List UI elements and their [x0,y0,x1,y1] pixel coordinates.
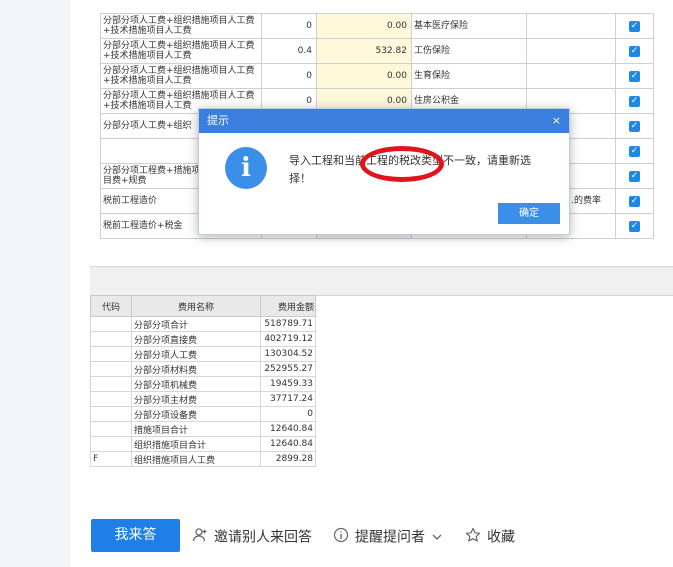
summary-cell-code[interactable] [90,391,132,407]
invite-button[interactable]: 邀请别人来回答 [192,527,312,548]
summary-cell-name[interactable]: 分部分项设备费 [131,406,261,422]
summary-row[interactable]: 措施项目合计 12640.84 [90,421,316,437]
col-header-amount: 费用金额 [260,295,316,317]
col-header-name: 费用名称 [131,295,261,317]
summary-cell-amount[interactable]: 402719.12 [260,331,316,347]
checkbox-checked-icon[interactable]: ✓ [629,145,640,157]
fee-cell-amount[interactable]: 0.00 [316,63,412,89]
summary-cell-code[interactable] [90,376,132,392]
fee-cell-label[interactable]: 生育保险 [411,63,527,89]
checkbox-checked-icon[interactable]: ✓ [629,70,640,82]
checkbox-checked-icon[interactable]: ✓ [629,95,640,107]
summary-cell-code[interactable] [90,436,132,452]
summary-cell-name[interactable]: 分部分项主材费 [131,391,261,407]
summary-cell-code[interactable] [90,316,132,332]
fee-cell-num[interactable]: 0 [261,63,317,89]
summary-cell-name[interactable]: 分部分项合计 [131,316,261,332]
summary-row[interactable]: 分部分项设备费 0 [90,406,316,422]
checkbox-checked-icon[interactable]: ✓ [629,170,640,182]
fee-cell-check[interactable]: ✓ [615,63,654,89]
summary-cell-name[interactable]: 组织措施项目合计 [131,436,261,452]
summary-cell-amount[interactable]: 12640.84 [260,436,316,452]
fee-cell-rate[interactable] [526,63,616,89]
fee-cell-name[interactable]: 分部分项人工费+组织措施项目人工费+技术措施项目人工费 [100,63,262,89]
info-icon: i [225,147,267,189]
summary-cell-amount[interactable]: 2899.28 [260,451,316,467]
favorite-label: 收藏 [487,529,515,546]
summary-cell-code[interactable]: F [90,451,132,467]
fee-cell-rate[interactable] [526,13,616,39]
fee-cell-check[interactable]: ✓ [615,13,654,39]
fee-cell-check[interactable]: ✓ [615,38,654,64]
summary-cell-name[interactable]: 分部分项直接费 [131,331,261,347]
checkbox-checked-icon[interactable]: ✓ [629,120,640,132]
fee-row[interactable]: 分部分项人工费+组织措施项目人工费+技术措施项目人工费 0 0.00 基本医疗保险 ✓ [100,13,654,39]
summary-cell-name[interactable]: 分部分项人工费 [131,346,261,362]
summary-cell-name[interactable]: 分部分项机械费 [131,376,261,392]
remind-button[interactable]: 提醒提问者 [333,527,442,548]
fee-cell-rate[interactable] [526,38,616,64]
dialog-title-bar: 提示 × [199,109,569,133]
dialog-title: 提示 [207,114,229,127]
fee-cell-check[interactable]: ✓ [615,88,654,114]
summary-cell-name[interactable]: 措施项目合计 [131,421,261,437]
summary-table: 代码 费用名称 费用金额 分部分项合计 518789.71 分部分项直接费 40271… [90,295,316,467]
remind-label: 提醒提问者 [355,529,425,546]
summary-row[interactable]: 分部分项合计 518789.71 [90,316,316,332]
fee-cell-check[interactable]: ✓ [615,163,654,189]
fee-cell-check[interactable]: ✓ [615,188,654,214]
summary-cell-code[interactable] [90,361,132,377]
summary-cell-name[interactable]: 组织措施项目人工费 [131,451,261,467]
fee-cell-num[interactable]: 0 [261,13,317,39]
summary-row[interactable]: 组织措施项目合计 12640.84 [90,436,316,452]
favorite-button[interactable]: 收藏 [465,527,515,548]
summary-cell-amount[interactable]: 252955.27 [260,361,316,377]
summary-cell-amount[interactable]: 518789.71 [260,316,316,332]
fee-row[interactable]: 分部分项人工费+组织措施项目人工费+技术措施项目人工费 0.4 532.82 工伤保险… [100,38,654,64]
fee-cell-check[interactable]: ✓ [615,138,654,164]
ok-button[interactable]: 确定 [498,203,560,224]
fee-cell-name[interactable]: 分部分项人工费+组织措施项目人工费+技术措施项目人工费 [100,38,262,64]
summary-row[interactable]: 分部分项机械费 19459.33 [90,376,316,392]
info-circle-icon [333,527,349,548]
summary-row[interactable]: F 组织措施项目人工费 2899.28 [90,451,316,467]
fee-cell-label[interactable]: 基本医疗保险 [411,13,527,39]
summary-cell-code[interactable] [90,421,132,437]
summary-cell-amount[interactable]: 19459.33 [260,376,316,392]
checkbox-checked-icon[interactable]: ✓ [629,20,640,32]
checkbox-checked-icon[interactable]: ✓ [629,195,640,207]
user-add-icon [192,527,208,548]
fee-row[interactable]: 分部分项人工费+组织措施项目人工费+技术措施项目人工费 0 0.00 生育保险 ✓ [100,63,654,89]
summary-cell-amount[interactable]: 37717.24 [260,391,316,407]
fee-cell-amount[interactable]: 532.82 [316,38,412,64]
summary-row[interactable]: 分部分项主材费 37717.24 [90,391,316,407]
answer-button[interactable]: 我来答 [91,519,180,552]
chevron-down-icon [432,529,442,547]
fee-cell-amount[interactable]: 0.00 [316,13,412,39]
star-icon [465,527,481,548]
summary-cell-amount[interactable]: 12640.84 [260,421,316,437]
fee-cell-check[interactable]: ✓ [615,213,654,239]
col-header-code: 代码 [90,295,132,317]
summary-cell-code[interactable] [90,346,132,362]
summary-cell-name[interactable]: 分部分项材料费 [131,361,261,377]
summary-row[interactable]: 分部分项材料费 252955.27 [90,361,316,377]
close-icon[interactable]: × [552,109,561,133]
invite-label: 邀请别人来回答 [214,529,312,546]
summary-cell-code[interactable] [90,406,132,422]
panel-divider[interactable] [90,266,673,296]
fee-cell-check[interactable]: ✓ [615,113,654,139]
summary-cell-amount[interactable]: 0 [260,406,316,422]
red-circle-annotation [360,146,444,182]
fee-cell-label[interactable]: 工伤保险 [411,38,527,64]
fee-cell-name[interactable]: 分部分项人工费+组织措施项目人工费+技术措施项目人工费 [100,13,262,39]
summary-row[interactable]: 分部分项人工费 130304.52 [90,346,316,362]
checkbox-checked-icon[interactable]: ✓ [629,45,640,57]
summary-cell-code[interactable] [90,331,132,347]
summary-row[interactable]: 分部分项直接费 402719.12 [90,331,316,347]
fee-cell-num[interactable]: 0.4 [261,38,317,64]
checkbox-checked-icon[interactable]: ✓ [629,220,640,232]
summary-cell-amount[interactable]: 130304.52 [260,346,316,362]
